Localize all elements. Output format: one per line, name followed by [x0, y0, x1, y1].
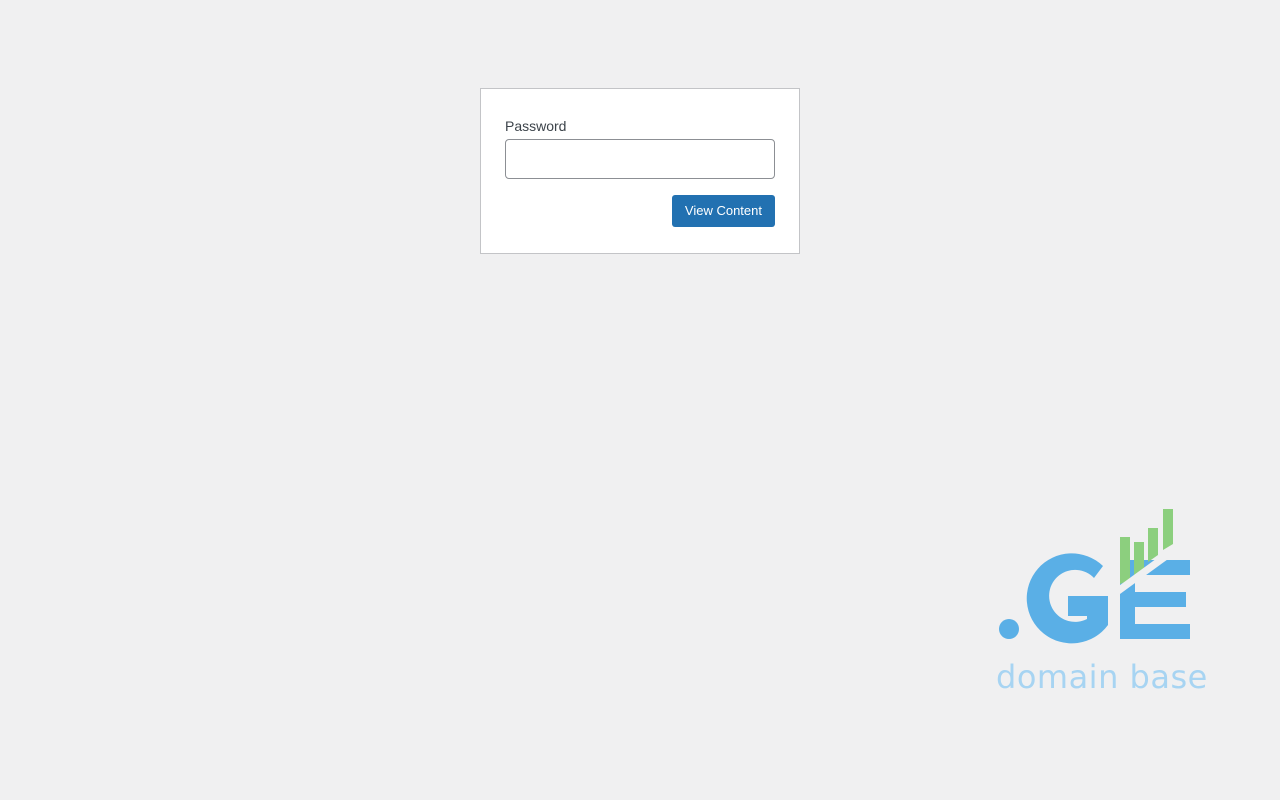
password-form-panel: Password View Content — [480, 88, 800, 254]
logo-tagline: domain base — [996, 658, 1208, 696]
logo-letter-e — [1120, 560, 1190, 639]
password-label: Password — [505, 118, 567, 134]
logo-letter-g — [1026, 553, 1108, 644]
view-content-button[interactable]: View Content — [671, 195, 775, 227]
logo-dot — [999, 619, 1019, 639]
password-input[interactable] — [505, 139, 775, 179]
